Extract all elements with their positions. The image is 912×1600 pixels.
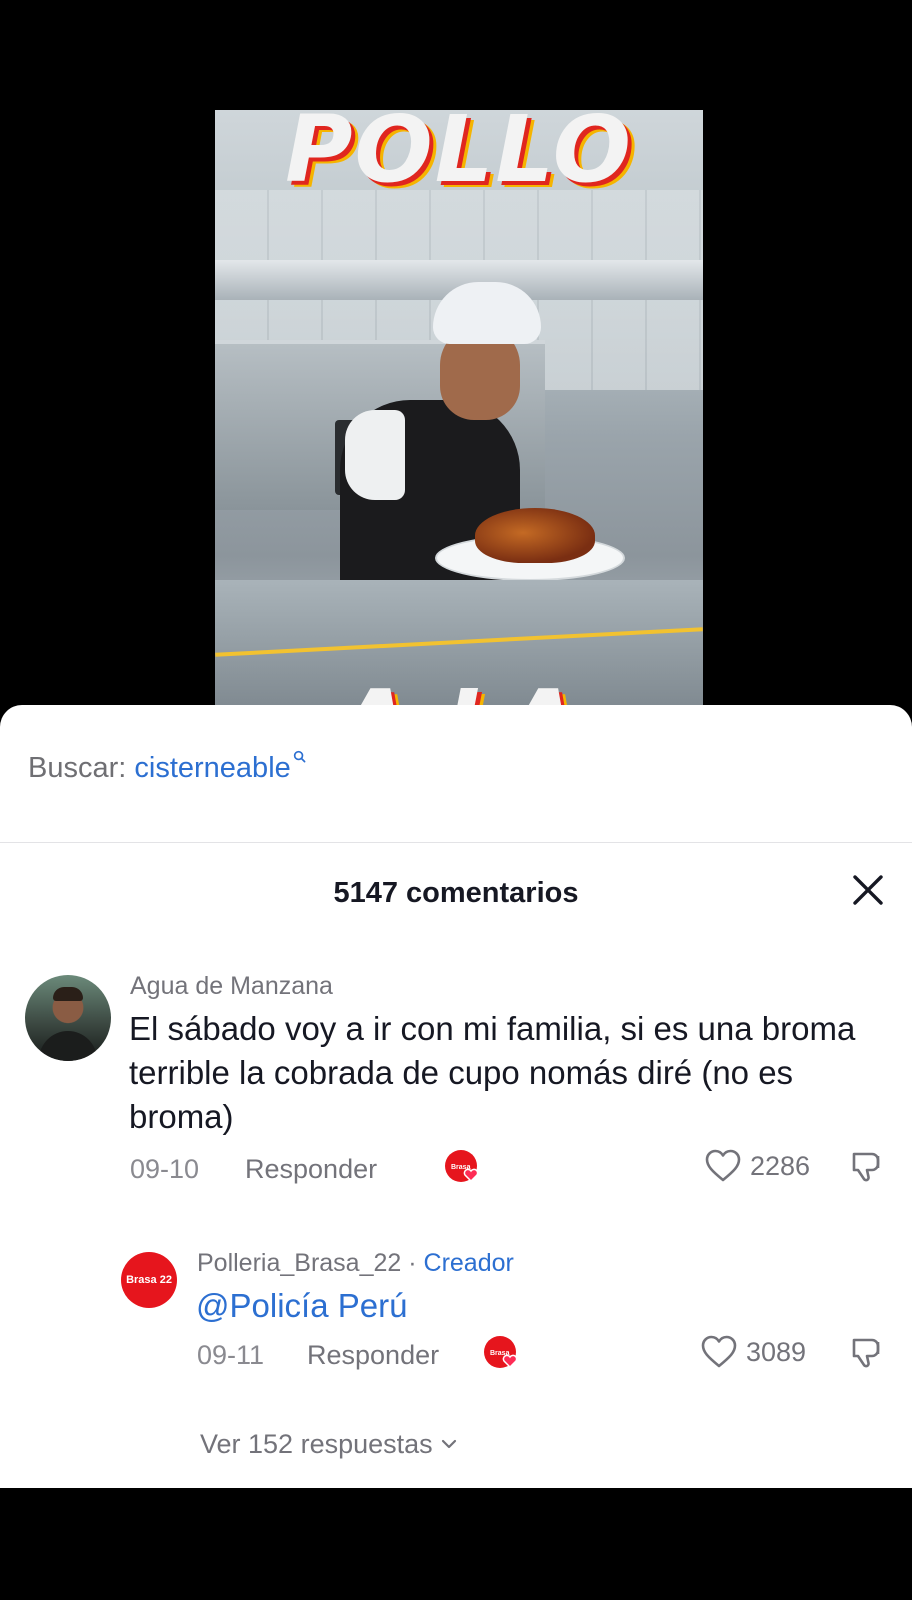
search-term[interactable]: cisterneable <box>134 752 290 784</box>
creator-avatar[interactable]: Brasa 22 <box>121 1252 177 1308</box>
close-icon[interactable] <box>846 868 890 912</box>
avatar[interactable] <box>25 975 111 1061</box>
reply-reply-button[interactable]: Responder <box>307 1340 439 1371</box>
creator-heart-badge-icon: Brasa <box>484 1336 518 1369</box>
avatar-shoulders <box>39 1031 97 1061</box>
chevron-down-icon <box>442 1439 457 1449</box>
video-cook-shirt <box>345 410 405 500</box>
comments-count-title: 5147 comentarios <box>333 877 579 909</box>
reply-like-button[interactable]: 3089 <box>700 1334 806 1370</box>
thumbs-down-icon[interactable] <box>848 1332 888 1372</box>
divider <box>0 842 912 843</box>
reply-date: 09-11 <box>197 1340 265 1370</box>
video-thumbnail[interactable]: POLLO A LA BRASA <box>215 110 703 705</box>
search-icon <box>293 750 306 763</box>
reply-mention[interactable]: @Policía Perú <box>196 1287 407 1325</box>
creator-tag: Creador <box>423 1249 514 1277</box>
avatar-hair <box>53 987 83 1001</box>
video-title-top: POLLO <box>285 110 633 203</box>
view-replies-label: Ver 152 respuestas <box>200 1429 433 1459</box>
view-replies-button[interactable]: Ver 152 respuestas <box>200 1429 458 1460</box>
comment-text: El sábado voy a ir con mi familia, si es… <box>129 1010 856 1135</box>
search-prefix: Buscar: <box>28 752 127 784</box>
username-separator: · <box>401 1249 424 1277</box>
reply-username-line[interactable]: Polleria_Brasa_22 · Creador <box>197 1249 514 1278</box>
comments-sheet: Buscar: cisterneable 5147 comentarios Ag… <box>0 705 912 1488</box>
bottom-bar <box>0 1488 912 1600</box>
creator-heart-badge-icon: Brasa <box>445 1150 479 1183</box>
comment-date: 09-10 <box>130 1154 200 1184</box>
thumbs-down-icon[interactable] <box>848 1146 888 1186</box>
reply-username[interactable]: Polleria_Brasa_22 <box>197 1249 401 1277</box>
reply-like-count: 3089 <box>746 1336 807 1367</box>
video-title-bottom: A LA BRASA <box>215 670 703 705</box>
comment-username[interactable]: Agua de Manzana <box>130 972 333 1001</box>
like-button[interactable]: 2286 <box>704 1148 810 1184</box>
video-player[interactable]: POLLO A LA BRASA <box>0 0 912 705</box>
video-chicken <box>475 508 595 563</box>
reply-button[interactable]: Responder <box>245 1154 377 1185</box>
heart-outline-icon <box>705 1149 741 1182</box>
search-suggestion[interactable]: Buscar: cisterneable <box>28 750 306 785</box>
heart-outline-icon <box>701 1335 737 1368</box>
like-count: 2286 <box>750 1150 811 1181</box>
